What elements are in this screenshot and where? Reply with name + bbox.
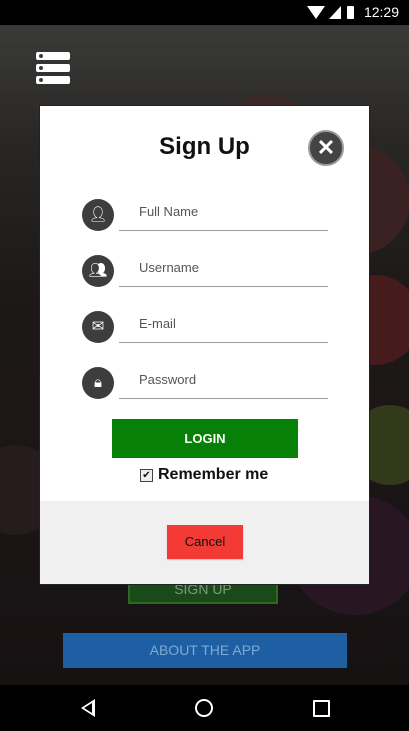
email-input[interactable] [119, 304, 328, 343]
back-icon[interactable] [81, 699, 95, 717]
wifi-icon [307, 6, 325, 19]
password-row: 🔒︎ [82, 360, 328, 400]
password-input[interactable] [119, 360, 328, 399]
close-icon: ✕ [316, 135, 336, 160]
remember-checkbox[interactable]: ✔ [140, 469, 153, 482]
full-name-row: 👤︎ [82, 192, 328, 232]
full-name-input[interactable] [119, 192, 328, 231]
dialog-footer: Cancel [40, 501, 369, 584]
recent-apps-icon[interactable] [313, 700, 330, 717]
navigation-bar [0, 685, 409, 731]
about-app-button[interactable]: ABOUT THE APP [63, 633, 347, 668]
envelope-icon: ✉ [82, 311, 114, 343]
cancel-button[interactable]: Cancel [167, 525, 243, 559]
email-row: ✉ [82, 304, 328, 344]
status-bar: 12:29 [0, 0, 409, 25]
close-button[interactable]: ✕ [308, 130, 344, 166]
signal-icon [329, 6, 341, 19]
battery-icon [347, 6, 354, 19]
username-row: 👥︎ [82, 248, 328, 288]
status-time: 12:29 [363, 4, 399, 20]
login-button[interactable]: LOGIN [112, 419, 298, 458]
home-icon[interactable] [195, 699, 213, 717]
username-input[interactable] [119, 248, 328, 287]
user-icon: 👤︎ [82, 199, 114, 231]
lock-icon: 🔒︎ [82, 367, 114, 399]
users-icon: 👥︎ [82, 255, 114, 287]
remember-label: Remember me [158, 466, 269, 483]
menu-icon[interactable] [36, 52, 70, 86]
signup-dialog: Sign Up ✕ 👤︎ 👥︎ ✉ 🔒︎ LOGIN ✔ Remember me… [40, 106, 369, 584]
